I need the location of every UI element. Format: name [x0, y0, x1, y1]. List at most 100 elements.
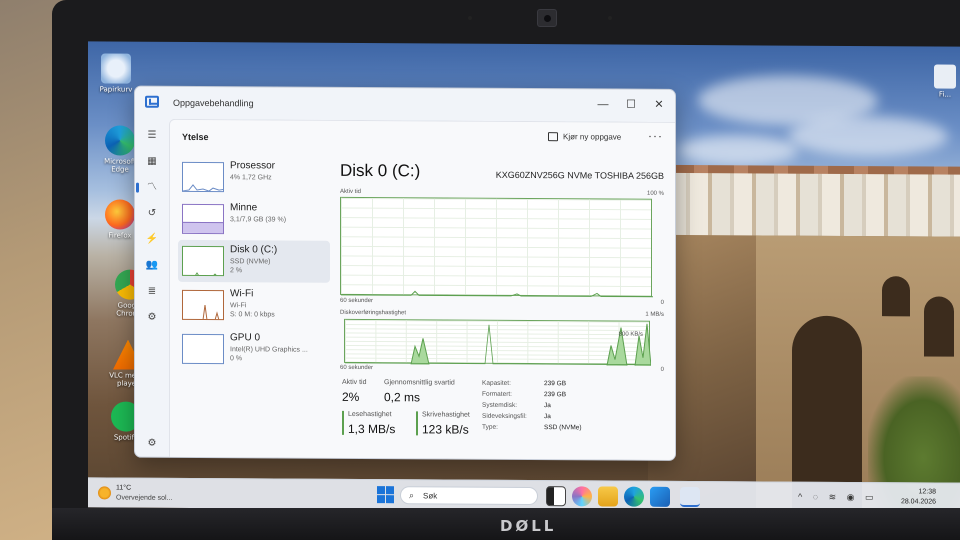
- read-speed-value: 1,3 MB/s: [348, 421, 396, 437]
- edge-taskbar-icon[interactable]: [624, 486, 644, 507]
- dell-logo: DØLL: [500, 517, 557, 535]
- active-time-graph: [340, 196, 653, 298]
- page-file-value: Ja: [544, 413, 551, 421]
- weather-temp: 11°C: [116, 484, 132, 492]
- formatted-value: 239 GB: [544, 391, 567, 399]
- cpu-thumbnail-graph: [182, 161, 224, 193]
- capacity-value: 239 GB: [544, 380, 567, 388]
- active-time-graph-zero: 0: [660, 299, 664, 306]
- active-time-label: Aktiv tid: [342, 378, 367, 387]
- file-explorer-icon[interactable]: [598, 486, 618, 507]
- file-icon: [934, 64, 956, 89]
- device-name: GPU 0: [230, 332, 261, 344]
- search-box[interactable]: ⌕ Søk: [400, 486, 538, 506]
- performance-icon[interactable]: 〽: [142, 179, 162, 197]
- light-sensor: [608, 16, 612, 20]
- memory-fill: [183, 222, 223, 234]
- transfer-graph-label: Diskoverføringshastighet: [340, 309, 407, 317]
- users-icon[interactable]: 👥: [142, 257, 162, 275]
- maximize-button[interactable]: ☐: [617, 94, 645, 116]
- disk-detail: Disk 0 (C:) KXG60ZNV256G NVMe TOSHIBA 25…: [338, 157, 668, 459]
- device-item-wifi[interactable]: Wi-Fi Wi-Fi S: 0 M: 0 kbps: [178, 284, 330, 327]
- formatted-key: Formatert:: [482, 390, 512, 398]
- system-tray[interactable]: ^ ◌ ≋ ◉ ▭: [798, 492, 877, 503]
- edge-icon: [105, 125, 135, 156]
- active-time-value: 2%: [342, 389, 360, 404]
- disk-title: Disk 0 (C:): [340, 160, 421, 181]
- type-value: SSD (NVMe): [544, 424, 582, 432]
- page-file-key: Sideveksingsfil:: [482, 412, 527, 421]
- device-sub: Wi-Fi: [230, 302, 247, 310]
- transfer-graph-zero: 0: [660, 366, 664, 373]
- device-sub: SSD (NVMe): [230, 258, 271, 266]
- window-title: Oppgavebehandling: [173, 97, 254, 109]
- device-value: 0 %: [230, 355, 243, 363]
- task-manager-taskbar-icon[interactable]: [680, 486, 700, 508]
- transfer-graph-marker: 800 KB/s: [618, 331, 643, 338]
- title-bar[interactable]: Oppgavebehandling — ☐ ✕: [135, 87, 675, 122]
- desktop-icon-recycle-bin[interactable]: Papirkurv: [94, 53, 138, 94]
- laptop-screen: Papirkurv Microsoft Edge Firefox Google …: [88, 41, 960, 513]
- read-speed-label: Lesehastighet: [348, 410, 392, 419]
- device-name: Prosessor: [230, 160, 276, 172]
- capacity-key: Kapasitet:: [482, 379, 511, 387]
- device-list: Prosessor 4% 1,72 GHz Minne 3,1/7,9 GB (…: [178, 156, 330, 457]
- nav-rail: ☰ ▦ 〽 ↺ ⚡ 👥 ≣ ⚙ ⚙: [135, 119, 169, 459]
- device-item-gpu[interactable]: GPU 0 Intel(R) UHD Graphics ... 0 %: [178, 328, 330, 371]
- menu-icon[interactable]: ☰: [142, 127, 162, 145]
- device-value: S: 0 M: 0 kbps: [230, 311, 275, 319]
- disk-thumbnail-graph: [182, 245, 224, 277]
- windows-logo-icon: [377, 486, 385, 495]
- recycle-bin-icon: [101, 53, 131, 84]
- desktop-icon-right[interactable]: Fi...: [930, 64, 960, 99]
- app-history-icon[interactable]: ↺: [142, 205, 162, 223]
- active-time-graph-label: Aktiv tid: [340, 188, 362, 196]
- task-manager-window: Oppgavebehandling — ☐ ✕ ☰ ▦ 〽 ↺ ⚡ 👥 ≣ ⚙ …: [134, 85, 676, 461]
- transfer-graph-duration: 60 sekunder: [340, 364, 374, 372]
- clock[interactable]: 12:38 28.04.2026: [888, 487, 936, 507]
- wifi-thumbnail-graph: [182, 289, 224, 321]
- response-time-label: Gjennomsnittlig svartid: [384, 379, 455, 387]
- device-item-cpu[interactable]: Prosessor 4% 1,72 GHz: [178, 156, 330, 199]
- minimize-button[interactable]: —: [589, 93, 617, 115]
- device-item-memory[interactable]: Minne 3,1/7,9 GB (39 %): [178, 198, 330, 241]
- startup-icon[interactable]: ⚡: [142, 231, 162, 249]
- cloud: [678, 134, 798, 166]
- bridge-window: [882, 276, 910, 317]
- write-speed-label: Skrivehastighet: [422, 411, 470, 419]
- type-key: Type:: [482, 423, 498, 431]
- firefox-icon: [105, 199, 135, 230]
- store-icon[interactable]: [650, 486, 670, 507]
- run-new-task-button[interactable]: Kjør ny oppgave: [548, 132, 621, 142]
- details-icon[interactable]: ≣: [142, 283, 162, 301]
- weather-widget[interactable]: 11°C Overvejende sol...: [98, 483, 198, 506]
- search-icon: ⌕: [409, 490, 415, 501]
- write-speed-value: 123 kB/s: [422, 422, 469, 437]
- settings-icon[interactable]: ⚙: [142, 435, 162, 453]
- photo-scene: Papirkurv Microsoft Edge Firefox Google …: [0, 0, 960, 540]
- transfer-rate-graph: 800 KB/s: [344, 318, 651, 366]
- clock-time: 12:38: [918, 488, 936, 496]
- task-view-icon[interactable]: [546, 486, 566, 507]
- start-button[interactable]: [376, 485, 396, 505]
- search-placeholder: Søk: [423, 491, 438, 501]
- device-name: Wi-Fi: [230, 288, 254, 300]
- active-time-graph-duration: 60 sekunder: [340, 297, 374, 305]
- webcam-led: [468, 16, 472, 20]
- windows-logo-icon: [377, 495, 385, 504]
- webcam: [537, 9, 557, 27]
- system-disk-key: Systemdisk:: [482, 401, 518, 409]
- transfer-graph-max: 1 MB/s: [645, 311, 664, 318]
- device-sub: Intel(R) UHD Graphics ...: [230, 346, 308, 354]
- copilot-icon[interactable]: [572, 486, 592, 507]
- services-icon[interactable]: ⚙: [142, 309, 162, 327]
- close-button[interactable]: ✕: [645, 94, 673, 116]
- device-sub: 3,1/7,9 GB (39 %): [230, 216, 287, 224]
- read-speed-indicator: [342, 410, 344, 435]
- run-new-task-label: Kjør ny oppgave: [563, 132, 622, 142]
- gpu-thumbnail-graph: [182, 333, 224, 365]
- processes-icon[interactable]: ▦: [142, 153, 162, 171]
- new-task-icon: [548, 132, 558, 142]
- device-item-disk[interactable]: Disk 0 (C:) SSD (NVMe) 2 %: [178, 239, 330, 283]
- more-options-button[interactable]: ···: [648, 129, 663, 143]
